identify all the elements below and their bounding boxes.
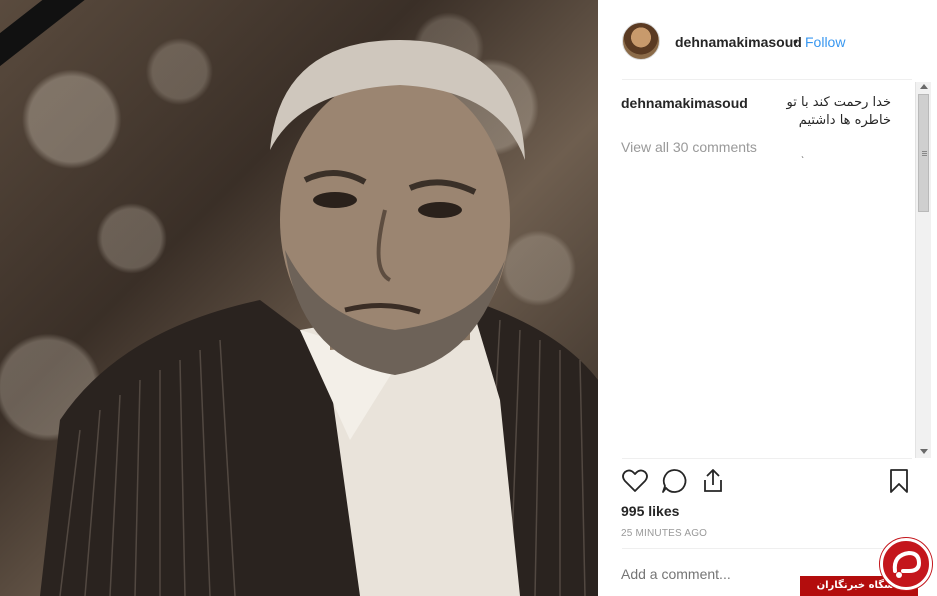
view-all-comments-link[interactable]: View all 30 comments <box>621 139 757 155</box>
comment-bubble-icon[interactable] <box>659 466 689 496</box>
portrait-figure <box>40 40 598 596</box>
post-details-panel: dehnamakimasoud • Follow dehnamakimasoud… <box>598 0 937 596</box>
watermark-logo-icon <box>880 538 932 590</box>
header-divider <box>622 79 912 80</box>
post-photo[interactable] <box>0 0 598 596</box>
comment-divider <box>622 548 912 549</box>
post-header: dehnamakimasoud • Follow <box>598 0 937 80</box>
caption-mark: ˋ <box>801 156 805 167</box>
scroll-thumb[interactable] <box>918 94 929 212</box>
action-bar <box>598 466 937 500</box>
post-timestamp: 25 MINUTES AGO <box>621 528 708 539</box>
likes-count[interactable]: 995 likes <box>621 503 679 519</box>
comments-scrollbar[interactable] <box>915 82 931 458</box>
actions-divider <box>622 458 912 459</box>
watermark-emblem-icon <box>892 550 922 578</box>
scroll-grip-icon <box>922 151 927 152</box>
share-icon[interactable] <box>698 466 728 496</box>
add-comment-input[interactable] <box>621 566 801 582</box>
bookmark-icon[interactable] <box>884 466 914 496</box>
scroll-down-arrow-icon[interactable] <box>920 449 928 454</box>
scroll-up-arrow-icon[interactable] <box>920 84 928 89</box>
caption-username[interactable]: dehnamakimasoud <box>621 94 748 112</box>
separator-dot: • <box>793 33 798 49</box>
caption: dehnamakimasoud خدا رحمت کند با تو خاطره… <box>621 94 891 130</box>
follow-button[interactable]: Follow <box>805 34 845 50</box>
avatar[interactable] <box>622 22 660 60</box>
username-link[interactable]: dehnamakimasoud <box>675 34 802 50</box>
heart-icon[interactable] <box>620 466 650 496</box>
